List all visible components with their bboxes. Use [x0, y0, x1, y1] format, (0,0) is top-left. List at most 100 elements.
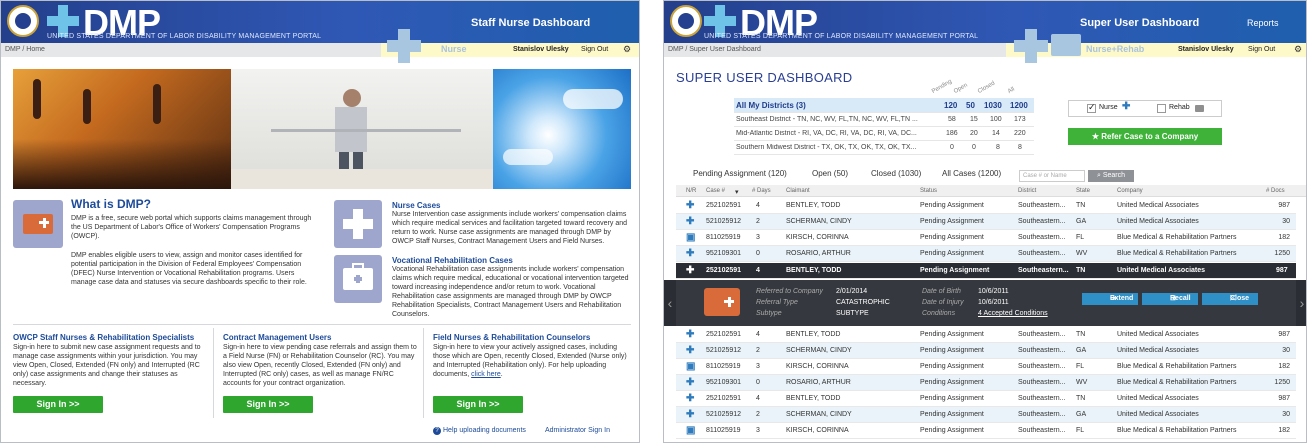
staff-nurses-title: OWCP Staff Nurses & Rehabilitation Speci…	[13, 333, 195, 342]
table-row[interactable]: ✚ 521025912 2 SCHERMAN, CINDY Pending Assign…	[676, 343, 1296, 359]
cell-claimant: KIRSCH, CORINNA	[786, 234, 849, 241]
help-uploading-link[interactable]: ? Help uploading documents	[433, 427, 526, 435]
conditions-link[interactable]: 4 Accepted Conditions	[978, 310, 1048, 317]
table-row[interactable]: ✚ 252102591 4 BENTLEY, TODD Pending Assignme…	[676, 327, 1296, 343]
search-input[interactable]: Case # or Name	[1019, 170, 1085, 182]
cell-district: Southeastern...	[1018, 347, 1066, 354]
collapse-icon[interactable]: ✚	[686, 265, 694, 276]
cell-claimant: BENTLEY, TODD	[786, 395, 841, 402]
district-row[interactable]: Southeast District - TN, NC, WV, FL,TN, …	[734, 113, 1034, 127]
nurse-case-icon[interactable]: ✚	[686, 377, 694, 388]
column-divider	[213, 328, 214, 418]
cell-state: FL	[1076, 427, 1085, 434]
cell-days: 2	[756, 411, 760, 418]
cell-case: 521025912	[706, 411, 742, 418]
user-name: Stanislov Ulesky	[513, 46, 569, 53]
nurse-case-icon[interactable]: ✚	[686, 393, 694, 404]
cell-company: United Medical Associates	[1117, 202, 1199, 209]
nurse-case-icon[interactable]: ✚	[686, 345, 694, 356]
next-arrow-icon[interactable]: ›	[1296, 280, 1306, 326]
table-row[interactable]: ✚ 252102591 4 BENTLEY, TODD Pending Assignme…	[676, 391, 1296, 407]
cell-days: 0	[756, 379, 760, 386]
district-row[interactable]: Southern Midwest District - TX, OK, TX, …	[734, 141, 1034, 155]
table-row[interactable]: ✚ 252102591 4 BENTLEY, TODD Pending Assignme…	[676, 198, 1296, 214]
what-is-dmp-title: What is DMP?	[71, 197, 151, 211]
table-row[interactable]: ✚ 952109301 0 ROSARIO, ARTHUR Pending Assign…	[676, 246, 1296, 262]
cell-case: 811025919	[706, 427, 741, 434]
cell-case: 252102591	[706, 202, 742, 209]
cell-days: 3	[756, 234, 760, 241]
close-button[interactable]: ⤫ Close	[1202, 293, 1258, 305]
nurse-case-icon[interactable]: ✚	[686, 329, 694, 340]
cell-status: Pending Assignment	[920, 331, 984, 338]
tab-pending-assignment[interactable]: Pending Assignment (120)	[693, 169, 787, 178]
table-row[interactable]: ▣ 811025919 3 KIRSCH, CORINNA Pending Assign…	[676, 359, 1296, 375]
recall-button[interactable]: ⊟ Recall	[1142, 293, 1198, 305]
cell-days: 4	[756, 202, 760, 209]
search-button[interactable]: ⌕ Search	[1088, 170, 1134, 182]
reports-link[interactable]: Reports	[1247, 18, 1279, 28]
gear-icon[interactable]: ⚙	[1294, 44, 1302, 55]
header-banner: DMP UNITED STATES DEPARTMENT OF LABOR DI…	[1, 1, 639, 43]
table-row[interactable]: ✚ 521025912 2 SCHERMAN, CINDY Pending Assign…	[676, 407, 1296, 423]
expanded-case-row[interactable]: ✚ 252102591 4 BENTLEY, TODD Pending Assi…	[676, 263, 1296, 279]
refer-case-button[interactable]: ★ Refer Case to a Company	[1068, 128, 1222, 145]
col-head-all: All	[1007, 86, 1016, 95]
cell-state: FL	[1076, 363, 1085, 370]
click-here-link[interactable]: click here	[471, 371, 501, 378]
nurse-cross-icon	[334, 200, 382, 248]
extend-button[interactable]: ⇥ Extend	[1082, 293, 1138, 305]
cell-district: Southeastern...	[1018, 379, 1066, 386]
staff-sign-in-button[interactable]: Sign In >>	[13, 396, 103, 413]
cell-docs: 1250	[1274, 379, 1290, 386]
cell-district: Southeastern...	[1018, 331, 1066, 338]
portal-tagline: UNITED STATES DEPARTMENT OF LABOR DISABI…	[704, 33, 979, 40]
district-row[interactable]: Mid-Atlantic District - RI, VA, DC, RI, …	[734, 127, 1034, 141]
table-row[interactable]: ✚ 952109301 0 ROSARIO, ARTHUR Pending Assign…	[676, 375, 1296, 391]
prev-arrow-icon[interactable]: ‹	[664, 280, 676, 326]
cell-company: Blue Medical & Rehabilitation Partners	[1117, 427, 1237, 434]
tab-all-cases[interactable]: All Cases (1200)	[942, 169, 1001, 178]
sign-out-link[interactable]: Sign Out	[581, 46, 608, 53]
hero-image-sky	[493, 69, 631, 189]
briefcase-icon	[334, 255, 382, 303]
rehab-case-icon[interactable]: ▣	[686, 425, 695, 436]
cell-status: Pending Assignment	[920, 395, 984, 402]
col-head-closed: Closed	[977, 80, 997, 95]
column-divider	[423, 328, 424, 418]
tab-open[interactable]: Open (50)	[812, 169, 848, 178]
cell-claimant: BENTLEY, TODD	[786, 331, 841, 338]
nurse-case-icon[interactable]: ✚	[686, 216, 694, 227]
rehab-case-icon[interactable]: ▣	[686, 232, 695, 243]
contract-sign-in-button[interactable]: Sign In >>	[223, 396, 313, 413]
nurse-cross-icon: ✚	[1122, 101, 1131, 112]
tab-closed[interactable]: Closed (1030)	[871, 169, 921, 178]
cell-status: Pending Assignment	[920, 347, 984, 354]
table-row[interactable]: ▣ 811025919 3 KIRSCH, CORINNA Pending Assign…	[676, 230, 1296, 246]
cell-district: Southeastern...	[1018, 427, 1066, 434]
cell-company: United Medical Associates	[1117, 395, 1199, 402]
cell-company: United Medical Associates	[1117, 218, 1199, 225]
cell-state: GA	[1076, 411, 1087, 418]
cell-days: 3	[756, 363, 760, 370]
sign-out-link[interactable]: Sign Out	[1248, 46, 1275, 53]
nurse-case-icon[interactable]: ✚	[686, 200, 694, 211]
field-sign-in-button[interactable]: Sign In >>	[433, 396, 523, 413]
nurse-cases-title: Nurse Cases	[392, 201, 441, 210]
admin-sign-in-link[interactable]: Administrator Sign In	[545, 427, 610, 434]
table-row[interactable]: ▣ 811025919 3 KIRSCH, CORINNA Pending Assign…	[676, 423, 1296, 439]
rehab-case-icon[interactable]: ▣	[686, 361, 695, 372]
cell-status: Pending Assignment	[920, 218, 984, 225]
nurse-case-icon[interactable]: ✚	[686, 248, 694, 259]
cell-days: 2	[756, 218, 760, 225]
cell-case: 252102591	[706, 331, 742, 338]
super-user-dashboard-panel: DMP UNITED STATES DEPARTMENT OF LABOR DI…	[663, 0, 1307, 443]
cell-status: Pending Assignment	[920, 411, 984, 418]
nurse-case-icon[interactable]: ✚	[686, 409, 694, 420]
rehab-checkbox[interactable]	[1157, 104, 1166, 113]
sort-down-icon[interactable]: ▾	[735, 188, 739, 196]
gear-icon[interactable]: ⚙	[623, 44, 631, 55]
table-row[interactable]: ✚ 521025912 2 SCHERMAN, CINDY Pending Assign…	[676, 214, 1296, 230]
nurse-checkbox[interactable]: ✓	[1087, 102, 1096, 113]
district-row[interactable]: All My Districts (3) 120 50 1030 1200	[734, 98, 1034, 113]
